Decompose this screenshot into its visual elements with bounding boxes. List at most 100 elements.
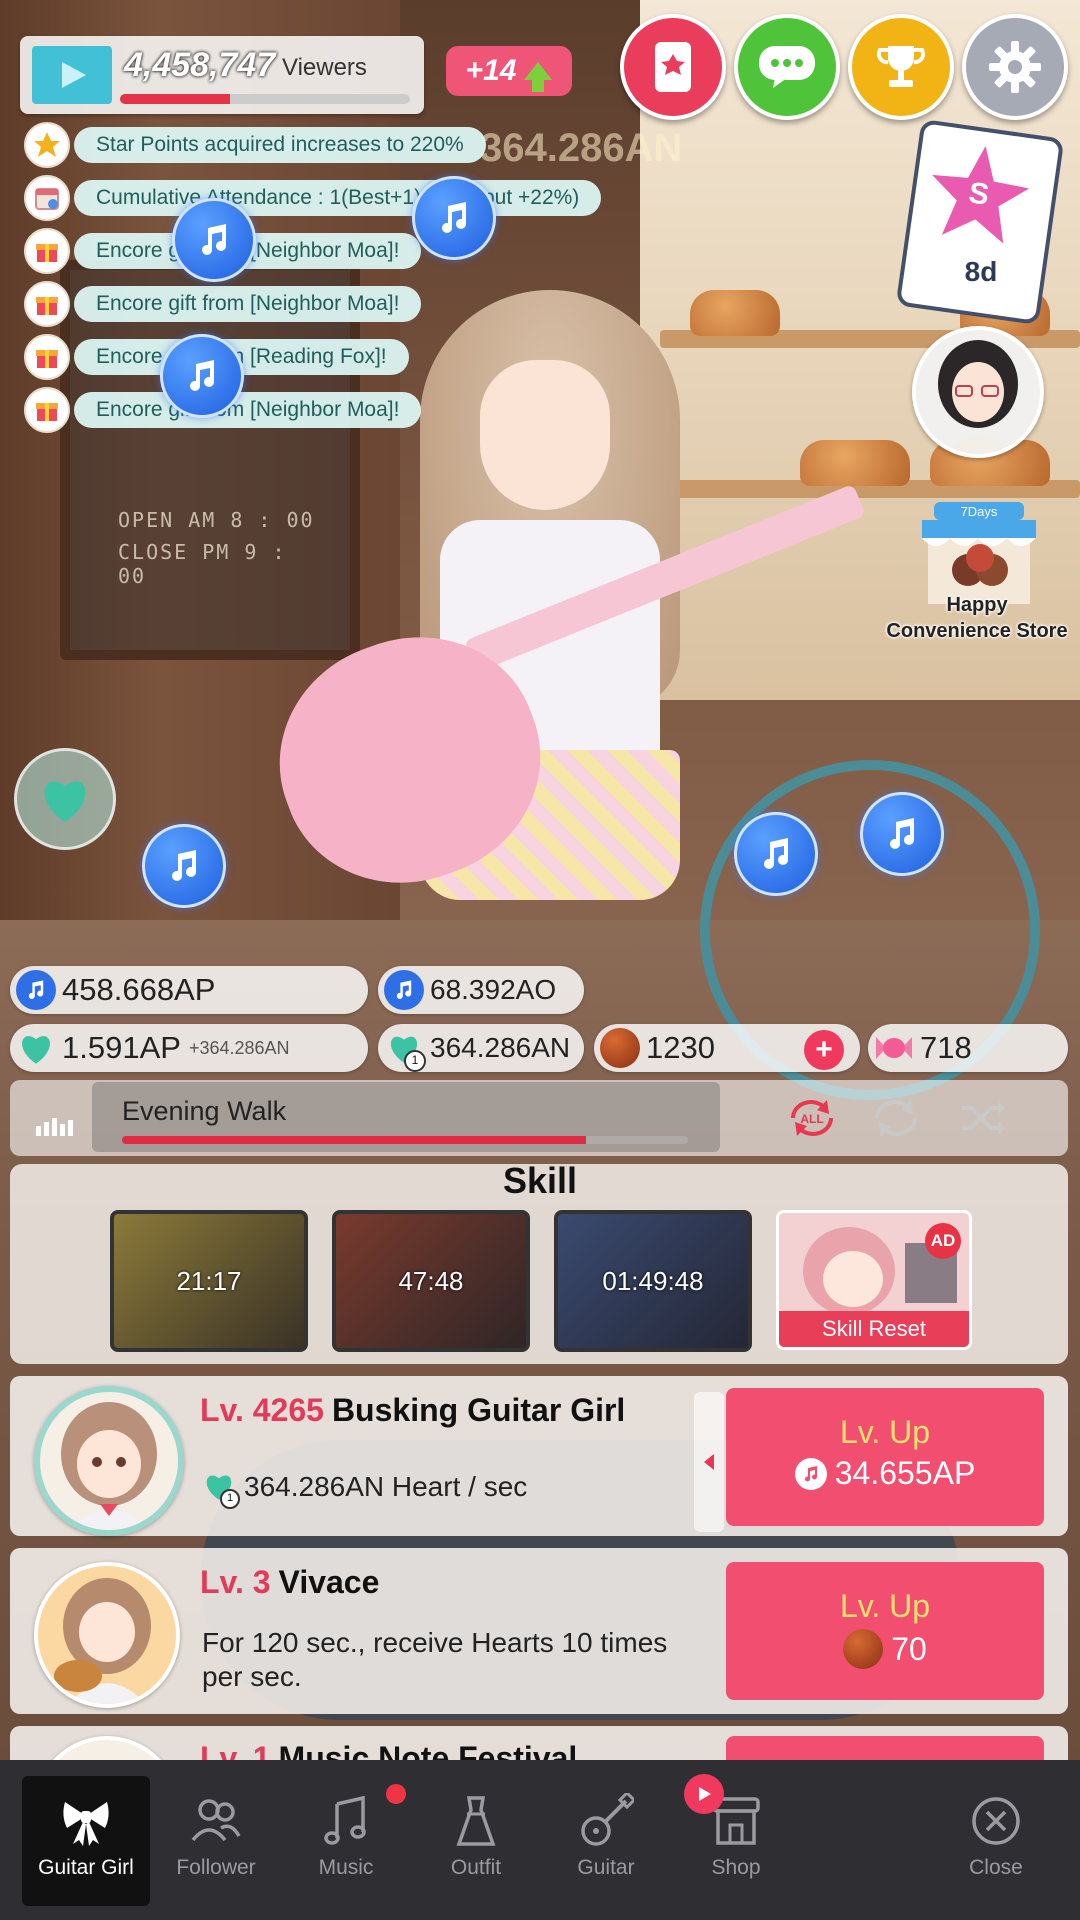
character-level-up-button[interactable]: Lv. Up 34.655AP bbox=[726, 1388, 1044, 1526]
equalizer-icon bbox=[36, 1118, 73, 1136]
skill-reset-label: Skill Reset bbox=[779, 1311, 969, 1347]
follower-avatar-button[interactable] bbox=[912, 326, 1044, 458]
star-pass-button[interactable]: S bbox=[895, 118, 1065, 326]
svg-text:ALL: ALL bbox=[800, 1112, 823, 1126]
viewer-boost-badge[interactable]: +14 bbox=[446, 46, 572, 96]
skill-cooldown: 47:48 bbox=[398, 1265, 464, 1296]
ticket-icon bbox=[655, 42, 691, 92]
star-pass-days: 8d bbox=[964, 256, 998, 287]
music-note-bubble[interactable] bbox=[860, 792, 944, 876]
skill-name: Vivace bbox=[278, 1564, 380, 1600]
music-notification-dot bbox=[386, 1784, 406, 1804]
ranking-button[interactable] bbox=[848, 14, 954, 120]
tab-follower[interactable]: Follower bbox=[152, 1776, 280, 1906]
bread bbox=[690, 290, 780, 336]
character-rate-text: 364.286AN Heart / sec bbox=[244, 1471, 528, 1502]
ball-icon bbox=[843, 1629, 884, 1669]
character-portrait bbox=[34, 1386, 184, 1536]
character-level: Lv. 4265 bbox=[200, 1392, 324, 1428]
play-icon bbox=[699, 1787, 711, 1801]
music-note-bubble[interactable] bbox=[160, 334, 244, 418]
skill-portrait bbox=[34, 1562, 180, 1708]
tab-guitar-girl[interactable]: Guitar Girl bbox=[22, 1776, 150, 1906]
skill-level: Lv. 3 bbox=[200, 1564, 271, 1600]
store-label-line1: Happy bbox=[946, 594, 1008, 616]
door-close-hours: CLOSE PM 9 : 00 bbox=[118, 540, 287, 588]
ad-badge: AD bbox=[925, 1223, 961, 1259]
skill-slot-3[interactable]: 01:49:48 bbox=[554, 1210, 752, 1352]
repeat-all-icon: ALL bbox=[791, 1100, 833, 1136]
heart-an-value: 364.286AN bbox=[430, 1032, 571, 1063]
song-progress-bar bbox=[122, 1136, 688, 1144]
door-open-hours: OPEN AM 8 : 00 bbox=[118, 508, 315, 532]
chat-button[interactable] bbox=[734, 14, 840, 120]
skill-description-line2: per sec. bbox=[202, 1661, 302, 1692]
heart-ap-value: 1.591AP bbox=[62, 1030, 181, 1065]
skill-cooldown: 21:17 bbox=[176, 1265, 242, 1296]
tab-outfit[interactable]: Outfit bbox=[412, 1776, 540, 1906]
repeat-one-button[interactable] bbox=[866, 1094, 926, 1142]
ticket-button[interactable] bbox=[620, 14, 726, 120]
heart-icon bbox=[44, 781, 86, 822]
music-note-bubble[interactable] bbox=[172, 198, 256, 282]
chat-icon bbox=[759, 46, 815, 88]
gift-icon bbox=[24, 387, 70, 433]
skill-slot-1[interactable]: 21:17 bbox=[110, 1210, 308, 1352]
skill-slot-2[interactable]: 47:48 bbox=[332, 1210, 530, 1352]
tab-guitar[interactable]: Guitar bbox=[542, 1776, 670, 1906]
repeat-one-icon bbox=[875, 1100, 917, 1136]
expand-button[interactable] bbox=[694, 1392, 724, 1532]
floating-heart-value: 364.286AN bbox=[480, 126, 683, 170]
ball-value: 1230 bbox=[646, 1030, 715, 1065]
gear-icon bbox=[989, 41, 1041, 93]
skill-reset-button[interactable]: AD Skill Reset bbox=[776, 1210, 972, 1350]
close-icon bbox=[932, 1786, 1060, 1856]
candy-icon bbox=[874, 1028, 914, 1068]
tab-label: Close bbox=[969, 1856, 1023, 1879]
dress-icon bbox=[412, 1786, 540, 1856]
notification-text: Encore gift from [Neighbor Moa]! bbox=[74, 286, 422, 322]
heart-multiplier-badge: 1 bbox=[404, 1050, 426, 1072]
character-face bbox=[480, 360, 610, 510]
gift-icon bbox=[24, 334, 70, 380]
tab-label: Guitar Girl bbox=[38, 1856, 134, 1879]
music-note-bubble[interactable] bbox=[734, 812, 818, 896]
ao-currency: 68.392AO bbox=[378, 966, 584, 1014]
tab-label: Guitar bbox=[577, 1856, 635, 1879]
ap-currency: 458.668AP bbox=[10, 966, 368, 1014]
gift-icon bbox=[24, 228, 70, 274]
music-note-bubble[interactable] bbox=[142, 824, 226, 908]
candy-value: 718 bbox=[920, 1030, 972, 1065]
music-note-bubble[interactable] bbox=[412, 176, 496, 260]
notification-gift: Encore gift from [Neighbor Moa]! bbox=[24, 281, 422, 327]
heart-an-currency: 1 364.286AN bbox=[378, 1024, 584, 1072]
skill-description-line1: For 120 sec., receive Hearts 10 times bbox=[202, 1627, 668, 1658]
music-note-coin-icon bbox=[16, 970, 56, 1010]
heart-icon bbox=[16, 1028, 56, 1068]
ribbon-icon bbox=[22, 1786, 150, 1856]
trophy-icon bbox=[876, 46, 926, 87]
guitar-icon bbox=[542, 1786, 670, 1856]
skill-title-row: Lv. 3 Vivace bbox=[200, 1564, 379, 1601]
skill-level-up-button[interactable]: Lv. Up 70 bbox=[726, 1562, 1044, 1700]
viewer-label: Viewers bbox=[282, 54, 367, 81]
add-ball-button[interactable]: + bbox=[804, 1030, 844, 1070]
viewer-progress-bar bbox=[120, 94, 410, 104]
skill-title: Skill bbox=[502, 1160, 578, 1201]
notification-star-points: Star Points acquired increases to 220% bbox=[24, 122, 486, 168]
gift-icon bbox=[24, 281, 70, 327]
play-icon bbox=[32, 46, 112, 104]
repeat-all-button[interactable]: ALL bbox=[782, 1094, 842, 1142]
tab-label: Shop bbox=[711, 1856, 761, 1879]
shuffle-button[interactable] bbox=[952, 1094, 1012, 1142]
skill-cooldown: 01:49:48 bbox=[602, 1265, 704, 1296]
heart-timer-icon: 1 bbox=[384, 1028, 426, 1072]
star-pass-icon: S bbox=[932, 146, 1030, 244]
settings-button[interactable] bbox=[962, 14, 1068, 120]
close-button[interactable]: Close bbox=[932, 1776, 1060, 1906]
viewer-counter[interactable]: 4,458,747 Viewers bbox=[20, 36, 424, 114]
heart-bubble[interactable] bbox=[14, 748, 116, 850]
notification-text: Star Points acquired increases to 220% bbox=[74, 127, 486, 163]
level-up-label: Lv. Up bbox=[839, 1414, 931, 1450]
level-up-cost: 70 bbox=[726, 1629, 1044, 1669]
